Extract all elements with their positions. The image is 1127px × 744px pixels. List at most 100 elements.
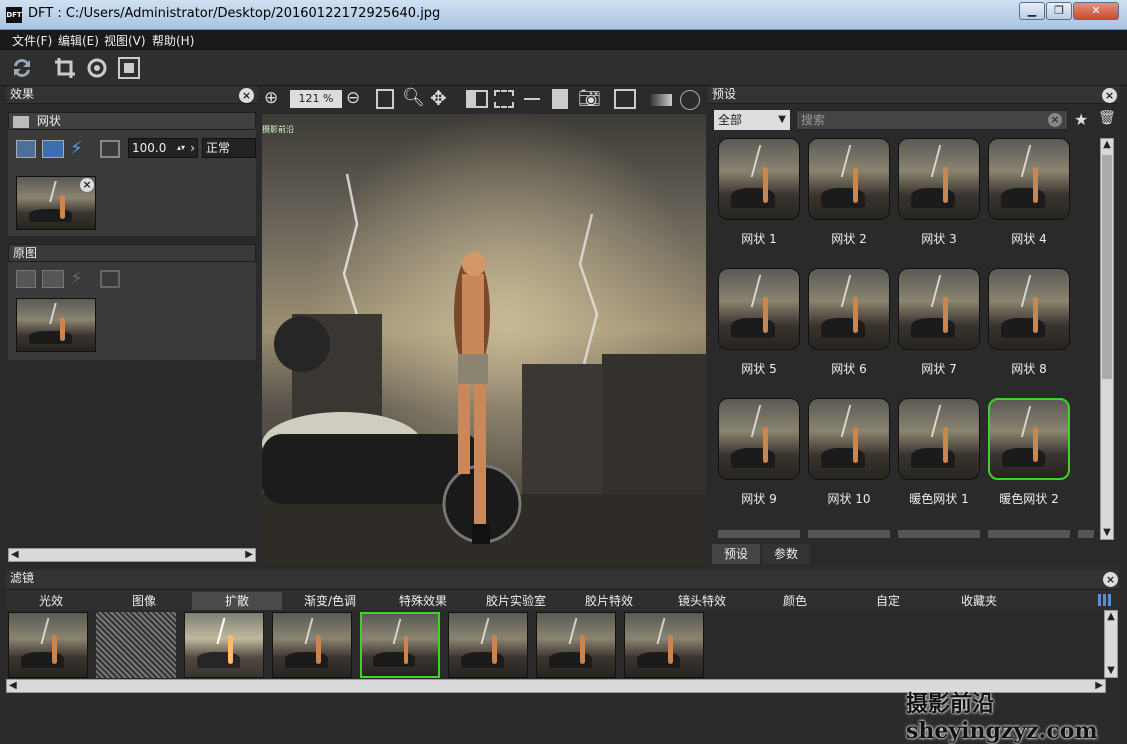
- presets-vscrollbar[interactable]: ▲ ▼: [1100, 138, 1114, 540]
- favorite-star-icon[interactable]: ★: [1074, 110, 1088, 129]
- filter-category[interactable]: 光效: [6, 592, 96, 610]
- site-watermark: 摄影前沿 sheyingzyz.com: [906, 691, 1098, 744]
- monitor-icon[interactable]: [42, 140, 64, 158]
- zoom-field[interactable]: 121 %: [290, 90, 342, 108]
- zoom-in-icon[interactable]: ⊕: [264, 88, 286, 110]
- preset-search-input[interactable]: 搜索: [796, 110, 1068, 130]
- split-view-icon[interactable]: [466, 90, 488, 108]
- filter-thumbnail[interactable]: [448, 612, 528, 678]
- tab-presets[interactable]: 预设: [712, 544, 760, 564]
- menu-file[interactable]: 文件(F): [12, 32, 52, 49]
- presets-close-icon[interactable]: ×: [1102, 88, 1117, 103]
- filter-thumbnail[interactable]: [184, 612, 264, 678]
- scroll-left-icon[interactable]: ◀: [9, 680, 17, 692]
- photo-watermark: 摄影前沿: [262, 125, 294, 134]
- menu-edit[interactable]: 编辑(E): [58, 32, 99, 49]
- compare-icon[interactable]: [494, 90, 514, 108]
- window-title: DFT : C:/Users/Administrator/Desktop/201…: [28, 6, 441, 21]
- tab-parameters[interactable]: 参数: [762, 544, 810, 564]
- fit-frame-icon[interactable]: [116, 55, 142, 81]
- search-clear-icon[interactable]: ×: [1048, 113, 1062, 127]
- filter-thumbnail[interactable]: [536, 612, 616, 678]
- preset-row-partial: [718, 530, 1094, 538]
- filter-category[interactable]: 渐变/色调: [282, 592, 378, 610]
- filter-category[interactable]: 自定: [840, 592, 936, 610]
- filter-thumbnail-selected[interactable]: [360, 612, 440, 678]
- zoom-out-icon[interactable]: ⊖: [346, 88, 360, 108]
- scroll-thumb[interactable]: [1102, 155, 1112, 379]
- rotate-icon[interactable]: [84, 55, 110, 81]
- presets-grid: 网状 1 网状 2 网状 3 网状 4 网状 5 网状 6 网状 7 网状 8 …: [718, 138, 1094, 538]
- refresh-icon[interactable]: [9, 55, 35, 81]
- preset-item[interactable]: 网状 8: [988, 268, 1070, 388]
- preset-item[interactable]: 网状 3: [898, 138, 980, 258]
- grid-view-icon[interactable]: [1098, 594, 1112, 606]
- scroll-up-icon[interactable]: ▲: [1101, 139, 1113, 151]
- lightning-icon[interactable]: ⚡: [70, 138, 83, 159]
- viewer-area: ⊕ 121 % ⊖ 🔍︎ ✥ 📷︎ 摄影前沿: [262, 86, 706, 564]
- preset-item[interactable]: 网状 4: [988, 138, 1070, 258]
- histogram-icon[interactable]: [650, 94, 672, 106]
- preset-item[interactable]: 网状 5: [718, 268, 800, 388]
- preset-item[interactable]: 暖色网状 1: [898, 398, 980, 518]
- page-icon[interactable]: [552, 89, 568, 109]
- filters-vscrollbar[interactable]: ▲ ▼: [1104, 610, 1118, 678]
- maximize-button[interactable]: ❐: [1046, 2, 1072, 20]
- filter-category-active[interactable]: 扩散: [192, 592, 282, 610]
- preset-item[interactable]: 网状 1: [718, 138, 800, 258]
- menu-view[interactable]: 视图(V): [104, 32, 146, 49]
- scroll-left-icon[interactable]: ◀: [11, 549, 19, 561]
- layer-remove-icon[interactable]: ×: [80, 178, 94, 192]
- effects-close-icon[interactable]: ×: [239, 88, 254, 103]
- filter-category[interactable]: 图像: [96, 592, 192, 610]
- filter-category[interactable]: 胶片实验室: [468, 592, 564, 610]
- effects-panel: 效果 × 网状 ⚡ 100.0 ▴▾ › 正常 × 原图 ⚡ ◀ ▶: [6, 86, 258, 564]
- filter-category[interactable]: 颜色: [750, 592, 840, 610]
- trash-icon[interactable]: 🗑︎: [1098, 110, 1116, 126]
- preset-item[interactable]: 网状 7: [898, 268, 980, 388]
- edit-icon-disabled: [16, 270, 36, 288]
- filter-thumbnail[interactable]: [96, 612, 176, 678]
- mask-icon-disabled: [100, 270, 120, 288]
- layer-card-1[interactable]: 网状 ⚡ 100.0 ▴▾ › 正常 ×: [8, 112, 256, 236]
- preset-item-selected[interactable]: 暖色网状 2: [988, 398, 1070, 518]
- filters-close-icon[interactable]: ×: [1103, 572, 1118, 587]
- crop-icon[interactable]: [52, 55, 78, 81]
- image-icon[interactable]: [614, 89, 636, 109]
- preset-item[interactable]: 网状 10: [808, 398, 890, 518]
- app-logo: DFT: [6, 7, 22, 23]
- filter-category[interactable]: 特殊效果: [378, 592, 468, 610]
- menu-help[interactable]: 帮助(H): [152, 32, 194, 49]
- scroll-up-icon[interactable]: ▲: [1105, 611, 1117, 623]
- loupe-icon[interactable]: [680, 90, 700, 110]
- scroll-down-icon[interactable]: ▼: [1101, 527, 1113, 539]
- presets-panel: 预设 × 全部 ▼ 搜索 × ★ 🗑︎ 网状 1 网状 2 网状 3 网状 4 网…: [708, 86, 1119, 564]
- divider-icon[interactable]: [524, 98, 540, 100]
- magnifier-icon[interactable]: 🔍︎: [402, 87, 425, 108]
- camera-icon[interactable]: 📷︎: [578, 88, 601, 109]
- preset-item[interactable]: 网状 6: [808, 268, 890, 388]
- filter-thumbnail[interactable]: [272, 612, 352, 678]
- fit-height-icon[interactable]: [376, 89, 394, 109]
- filter-thumbnail[interactable]: [624, 612, 704, 678]
- edit-icon[interactable]: [16, 140, 36, 158]
- filter-category[interactable]: 收藏夹: [936, 592, 1022, 610]
- opacity-field[interactable]: 100.0 ▴▾ ›: [128, 138, 198, 158]
- preset-category-select[interactable]: 全部 ▼: [714, 110, 790, 130]
- mask-icon[interactable]: [100, 140, 120, 158]
- blend-mode-select[interactable]: 正常: [202, 138, 256, 158]
- filter-category[interactable]: 镜头特效: [654, 592, 750, 610]
- photo-canvas[interactable]: 摄影前沿: [262, 114, 706, 564]
- close-button[interactable]: ✕: [1073, 2, 1119, 20]
- preset-item[interactable]: 网状 2: [808, 138, 890, 258]
- effects-hscrollbar[interactable]: ◀ ▶: [8, 548, 256, 562]
- filter-category[interactable]: 胶片特效: [564, 592, 654, 610]
- pan-icon[interactable]: ✥: [430, 86, 447, 110]
- minimize-button[interactable]: ▁: [1019, 2, 1045, 20]
- scroll-down-icon[interactable]: ▼: [1105, 665, 1117, 677]
- layer-2-name: 原图: [8, 244, 256, 262]
- scroll-right-icon[interactable]: ▶: [245, 549, 253, 561]
- filter-thumbnail[interactable]: [8, 612, 88, 678]
- preset-item[interactable]: 网状 9: [718, 398, 800, 518]
- layer-card-original[interactable]: 原图 ⚡: [8, 244, 256, 360]
